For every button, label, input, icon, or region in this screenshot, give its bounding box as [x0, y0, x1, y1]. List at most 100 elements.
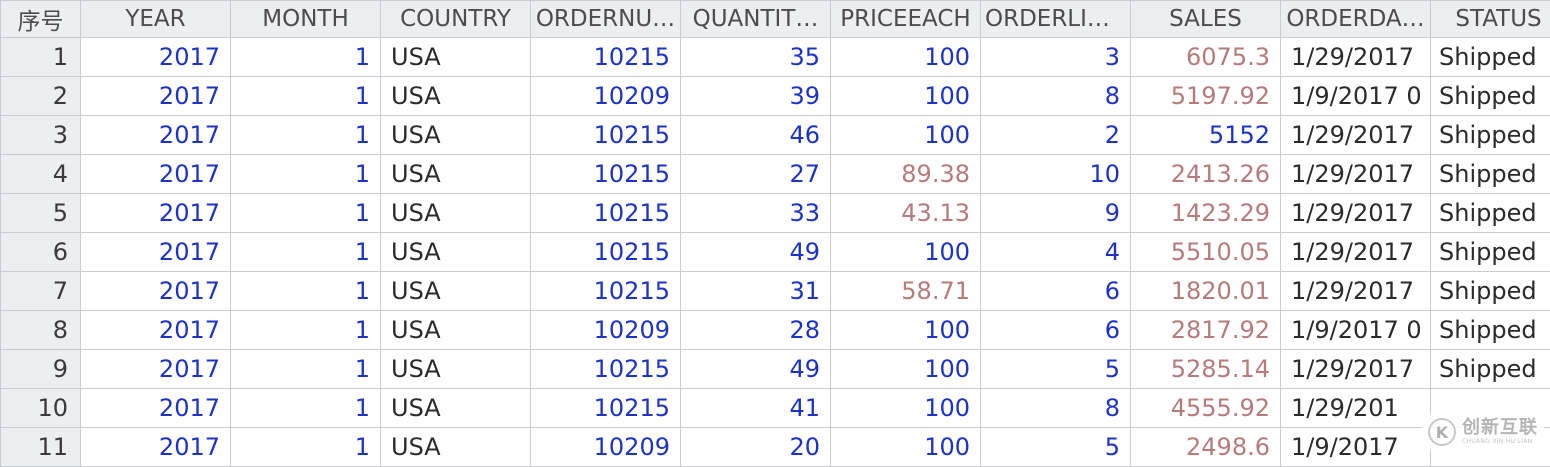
ordernumber-cell[interactable]: 10209	[531, 77, 681, 116]
row-index-cell[interactable]: 8	[1, 311, 81, 350]
sales-cell[interactable]: 5510.05	[1131, 233, 1281, 272]
orderline-cell[interactable]: 2	[981, 116, 1131, 155]
ordernumber-cell[interactable]: 10215	[531, 233, 681, 272]
sales-cell[interactable]: 1423.29	[1131, 194, 1281, 233]
row-index-cell[interactable]: 6	[1, 233, 81, 272]
month-cell[interactable]: 1	[231, 194, 381, 233]
priceeach-cell[interactable]: 100	[831, 428, 981, 467]
orderline-cell[interactable]: 8	[981, 389, 1131, 428]
quantity-cell[interactable]: 39	[681, 77, 831, 116]
year-cell[interactable]: 2017	[81, 272, 231, 311]
quantity-cell[interactable]: 35	[681, 38, 831, 77]
sales-cell[interactable]: 2817.92	[1131, 311, 1281, 350]
status-cell[interactable]: Shipped	[1431, 233, 1550, 272]
year-cell[interactable]: 2017	[81, 389, 231, 428]
ordernumber-cell[interactable]: 10215	[531, 272, 681, 311]
sales-cell[interactable]: 2413.26	[1131, 155, 1281, 194]
year-cell[interactable]: 2017	[81, 428, 231, 467]
country-cell[interactable]: USA	[381, 116, 531, 155]
month-cell[interactable]: 1	[231, 77, 381, 116]
quantity-cell[interactable]: 46	[681, 116, 831, 155]
ordernumber-cell[interactable]: 10215	[531, 389, 681, 428]
orderline-cell[interactable]: 3	[981, 38, 1131, 77]
priceeach-cell[interactable]: 100	[831, 311, 981, 350]
column-header-year[interactable]: YEAR	[81, 1, 231, 38]
country-cell[interactable]: USA	[381, 311, 531, 350]
ordernumber-cell[interactable]: 10209	[531, 311, 681, 350]
month-cell[interactable]: 1	[231, 116, 381, 155]
orderline-cell[interactable]: 5	[981, 428, 1131, 467]
country-cell[interactable]: USA	[381, 77, 531, 116]
priceeach-cell[interactable]: 43.13	[831, 194, 981, 233]
priceeach-cell[interactable]: 58.71	[831, 272, 981, 311]
orderline-cell[interactable]: 6	[981, 272, 1131, 311]
quantity-cell[interactable]: 20	[681, 428, 831, 467]
country-cell[interactable]: USA	[381, 155, 531, 194]
year-cell[interactable]: 2017	[81, 77, 231, 116]
table-row[interactable]: 920171USA102154910055285.141/29/2017Ship…	[1, 350, 1550, 389]
row-index-cell[interactable]: 11	[1, 428, 81, 467]
status-cell[interactable]: Shipped	[1431, 77, 1550, 116]
country-cell[interactable]: USA	[381, 194, 531, 233]
column-header-index[interactable]: 序号	[1, 1, 81, 38]
sales-cell[interactable]: 5197.92	[1131, 77, 1281, 116]
table-row[interactable]: 720171USA102153158.7161820.011/29/2017Sh…	[1, 272, 1550, 311]
country-cell[interactable]: USA	[381, 428, 531, 467]
status-cell[interactable]: Shipped	[1431, 194, 1550, 233]
quantity-cell[interactable]: 49	[681, 233, 831, 272]
column-header-country[interactable]: COUNTRY	[381, 1, 531, 38]
year-cell[interactable]: 2017	[81, 311, 231, 350]
month-cell[interactable]: 1	[231, 155, 381, 194]
status-cell[interactable]: Shipped	[1431, 272, 1550, 311]
orderline-cell[interactable]: 4	[981, 233, 1131, 272]
column-header-priceeach[interactable]: PRICEEACH	[831, 1, 981, 38]
sales-cell[interactable]: 2498.6	[1131, 428, 1281, 467]
status-cell[interactable]: Shipped	[1431, 116, 1550, 155]
ordernumber-cell[interactable]: 10215	[531, 116, 681, 155]
orderline-cell[interactable]: 8	[981, 77, 1131, 116]
month-cell[interactable]: 1	[231, 428, 381, 467]
table-row[interactable]: 120171USA102153510036075.31/29/2017Shipp…	[1, 38, 1550, 77]
row-index-cell[interactable]: 1	[1, 38, 81, 77]
sales-cell[interactable]: 1820.01	[1131, 272, 1281, 311]
column-header-quantity[interactable]: QUANTIT…	[681, 1, 831, 38]
year-cell[interactable]: 2017	[81, 350, 231, 389]
ordernumber-cell[interactable]: 10215	[531, 194, 681, 233]
table-row[interactable]: 1120171USA102092010052498.61/9/2017	[1, 428, 1550, 467]
orderdate-cell[interactable]: 1/29/2017	[1281, 116, 1431, 155]
status-cell[interactable]: Shipped	[1431, 311, 1550, 350]
column-header-sales[interactable]: SALES	[1131, 1, 1281, 38]
table-row[interactable]: 320171USA1021546100251521/29/2017Shipped	[1, 116, 1550, 155]
orderdate-cell[interactable]: 1/29/2017	[1281, 38, 1431, 77]
month-cell[interactable]: 1	[231, 350, 381, 389]
month-cell[interactable]: 1	[231, 38, 381, 77]
country-cell[interactable]: USA	[381, 38, 531, 77]
status-cell[interactable]: Shipped	[1431, 38, 1550, 77]
orderdate-cell[interactable]: 1/29/2017	[1281, 350, 1431, 389]
row-index-cell[interactable]: 4	[1, 155, 81, 194]
quantity-cell[interactable]: 28	[681, 311, 831, 350]
priceeach-cell[interactable]: 100	[831, 38, 981, 77]
column-header-ordernumber[interactable]: ORDERNU…	[531, 1, 681, 38]
sales-cell[interactable]: 5152	[1131, 116, 1281, 155]
year-cell[interactable]: 2017	[81, 194, 231, 233]
table-row[interactable]: 820171USA102092810062817.921/9/2017 0Shi…	[1, 311, 1550, 350]
orderdate-cell[interactable]: 1/9/2017	[1281, 428, 1431, 467]
status-cell[interactable]: Shipped	[1431, 155, 1550, 194]
orderline-cell[interactable]: 5	[981, 350, 1131, 389]
country-cell[interactable]: USA	[381, 272, 531, 311]
month-cell[interactable]: 1	[231, 233, 381, 272]
year-cell[interactable]: 2017	[81, 38, 231, 77]
column-header-month[interactable]: MONTH	[231, 1, 381, 38]
country-cell[interactable]: USA	[381, 233, 531, 272]
table-row[interactable]: 1020171USA102154110084555.921/29/201	[1, 389, 1550, 428]
table-row[interactable]: 220171USA102093910085197.921/9/2017 0Shi…	[1, 77, 1550, 116]
data-grid[interactable]: 序号 YEAR MONTH COUNTRY ORDERNU… QUANTIT… …	[0, 0, 1550, 467]
quantity-cell[interactable]: 49	[681, 350, 831, 389]
ordernumber-cell[interactable]: 10215	[531, 350, 681, 389]
orderdate-cell[interactable]: 1/29/2017	[1281, 233, 1431, 272]
country-cell[interactable]: USA	[381, 389, 531, 428]
table-row[interactable]: 620171USA102154910045510.051/29/2017Ship…	[1, 233, 1550, 272]
month-cell[interactable]: 1	[231, 389, 381, 428]
priceeach-cell[interactable]: 89.38	[831, 155, 981, 194]
